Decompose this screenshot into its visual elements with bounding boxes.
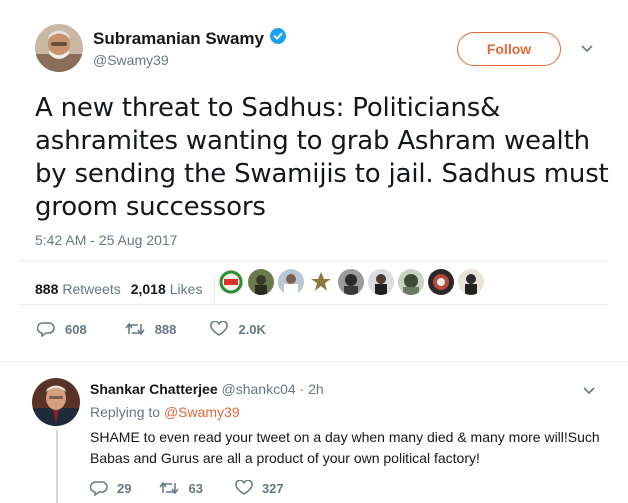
tweet-timestamp[interactable]: 5:42 AM - 25 Aug 2017 — [35, 232, 177, 248]
author-name-row: Subramanian Swamy — [93, 28, 287, 49]
reply-actions: 29 63 327 — [90, 480, 284, 496]
retweet-count: 63 — [188, 480, 203, 496]
avatar[interactable] — [338, 269, 364, 295]
avatar[interactable] — [218, 269, 244, 295]
reply-text: SHAME to even read your tweet on a day w… — [90, 429, 600, 466]
avatar[interactable] — [368, 269, 394, 295]
retweet-button[interactable]: 63 — [159, 480, 203, 496]
reply-count: 608 — [65, 321, 87, 337]
retweets-stat[interactable]: 888 Retweets — [35, 281, 121, 297]
avatar[interactable] — [428, 269, 454, 295]
avatar[interactable] — [458, 269, 484, 295]
retweet-count: 888 — [154, 321, 177, 337]
retweet-button[interactable]: 888 — [125, 321, 177, 337]
reply-icon — [90, 481, 108, 496]
reply-age[interactable]: 2h — [308, 381, 324, 397]
reply-author-handle[interactable]: @shankc04 — [222, 381, 296, 397]
retweet-icon — [159, 481, 180, 495]
avatar[interactable] — [398, 269, 424, 295]
like-count: 327 — [261, 480, 284, 496]
likes-stat[interactable]: 2,018 Likes — [131, 281, 203, 297]
author-name[interactable]: Subramanian Swamy — [93, 29, 264, 49]
author-handle[interactable]: @Swamy39 — [93, 52, 169, 68]
main-tweet: Subramanian Swamy @Swamy39 Follow A new … — [0, 0, 628, 360]
like-button[interactable]: 2.0K — [210, 321, 266, 337]
like-count: 2.0K — [238, 321, 266, 337]
tweet-text: A new threat to Sadhus: Politicians& ash… — [35, 93, 609, 222]
follow-button[interactable]: Follow — [457, 32, 561, 66]
reply-button[interactable]: 608 — [37, 321, 87, 337]
avatar[interactable] — [32, 378, 80, 426]
liker-avatars — [218, 269, 484, 295]
retweet-icon — [125, 322, 145, 336]
tweet-actions: 608 888 2.0K — [37, 321, 266, 337]
reply-header: Shankar Chatterjee @shankc04 · 2h — [90, 381, 324, 397]
replying-to: Replying to @Swamy39 — [90, 404, 240, 420]
replying-prefix: Replying to — [90, 404, 161, 420]
divider — [0, 361, 628, 362]
reply-author-name[interactable]: Shankar Chatterjee — [90, 381, 218, 397]
avatar[interactable] — [278, 269, 304, 295]
divider — [20, 260, 608, 261]
avatar[interactable] — [308, 269, 334, 295]
avatar[interactable] — [248, 269, 274, 295]
reply-button[interactable]: 29 — [90, 480, 131, 496]
separator: · — [299, 381, 305, 397]
thread-line — [56, 430, 58, 503]
reply-count: 29 — [117, 480, 132, 496]
like-button[interactable]: 327 — [235, 480, 284, 496]
divider — [20, 304, 608, 305]
heart-icon — [235, 480, 253, 495]
heart-icon — [210, 321, 229, 336]
divider — [214, 274, 216, 304]
replying-mention-link[interactable]: @Swamy39 — [164, 404, 240, 420]
verified-badge-icon — [270, 28, 287, 49]
engagement-stats: 888 Retweets 2,018 Likes — [35, 274, 227, 304]
avatar[interactable] — [35, 24, 83, 72]
reply-icon — [37, 322, 55, 337]
